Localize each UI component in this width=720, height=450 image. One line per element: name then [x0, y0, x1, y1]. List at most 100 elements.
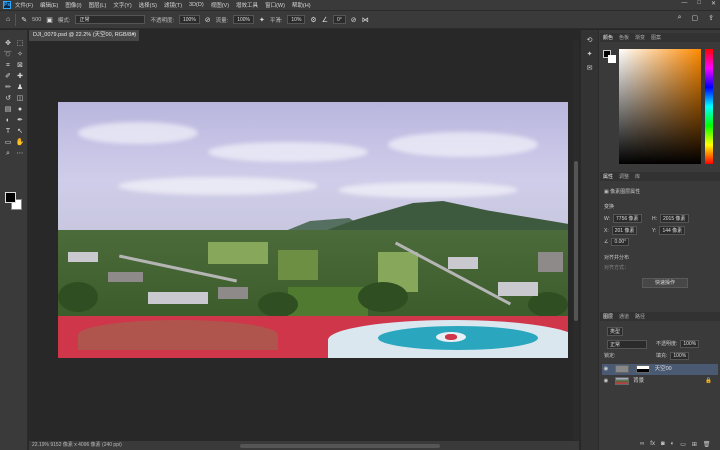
crop-tool-icon[interactable]: ⌗ — [2, 60, 14, 71]
width-input[interactable]: 7756 像素 — [613, 214, 642, 223]
settings-gear-icon[interactable]: ⚙ — [310, 16, 316, 24]
adjustment-layer-icon[interactable]: ◐ — [671, 441, 675, 448]
tab-gradients[interactable]: 渐变 — [635, 34, 645, 41]
group-icon[interactable]: ▭ — [680, 441, 686, 448]
tab-libraries[interactable]: 库 — [635, 173, 640, 180]
layer-mask-thumbnail[interactable] — [636, 364, 651, 373]
quick-actions-button[interactable]: 快速操作 — [642, 278, 688, 288]
menu-filter[interactable]: 滤镜(T) — [164, 1, 182, 9]
shape-tool-icon[interactable]: ▭ — [2, 137, 14, 148]
new-layer-icon[interactable]: ⊞ — [692, 441, 697, 448]
angle-input[interactable]: 0° — [332, 15, 346, 24]
lasso-tool-icon[interactable]: ➰ — [2, 49, 14, 60]
smooth-input[interactable]: 10% — [287, 15, 306, 24]
symmetry-icon[interactable]: ⋈ — [362, 16, 369, 24]
menu-image[interactable]: 图像(I) — [65, 1, 81, 9]
tab-patterns[interactable]: 图案 — [651, 34, 661, 41]
layers-opacity-input[interactable]: 100% — [680, 340, 700, 348]
hue-slider[interactable] — [705, 49, 713, 164]
type-tool-icon[interactable]: T — [2, 126, 14, 137]
menu-3d[interactable]: 3D(D) — [189, 2, 204, 8]
tab-properties[interactable]: 属性 — [603, 173, 613, 180]
blur-icon[interactable]: ● — [14, 104, 26, 115]
visibility-eye-icon[interactable]: ◉ — [602, 376, 610, 387]
pressure-size-icon[interactable]: ⊘ — [351, 16, 357, 24]
link-layers-icon[interactable]: ∞ — [640, 441, 644, 448]
maximize-icon[interactable]: □ — [697, 0, 701, 7]
document-tab[interactable]: DJI_0079.psd @ 22.2% (天空00, RGB/8#) × — [29, 30, 139, 41]
fill-input[interactable]: 100% — [670, 352, 690, 360]
hand-tool-icon[interactable]: ✋ — [14, 137, 26, 148]
pen-tool-icon[interactable]: ✒ — [14, 115, 26, 126]
delete-layer-icon[interactable]: 🗑 — [703, 441, 711, 448]
menu-plugins[interactable]: 增效工具 — [236, 1, 258, 9]
gradient-icon[interactable]: ▤ — [2, 104, 14, 115]
stamp-tool-icon[interactable]: ♟ — [14, 82, 26, 93]
color-panel-background[interactable] — [608, 55, 616, 63]
share-icon[interactable]: ⇪ — [708, 14, 714, 22]
tab-color[interactable]: 颜色 — [603, 34, 613, 41]
layer-name[interactable]: 背景 — [633, 378, 644, 384]
brush-tool-icon[interactable]: ✏ — [2, 82, 14, 93]
mode-select[interactable]: 正常 — [75, 15, 146, 24]
foreground-color-swatch[interactable] — [5, 192, 16, 203]
tab-swatches[interactable]: 色板 — [619, 34, 629, 41]
pressure-opacity-icon[interactable]: ⊘ — [205, 16, 211, 24]
color-picker-field[interactable] — [619, 49, 701, 164]
more-tools-icon[interactable]: ⋯ — [14, 148, 26, 159]
eyedropper-icon[interactable]: ✐ — [2, 71, 14, 82]
workspace-icon[interactable]: ▢ — [692, 14, 699, 22]
brush-size[interactable]: 500 — [32, 17, 41, 23]
eraser-icon[interactable]: ◫ — [14, 93, 26, 104]
zoom-tool-icon[interactable]: ⌕ — [2, 148, 14, 159]
path-select-icon[interactable]: ↖ — [14, 126, 26, 137]
menu-layer[interactable]: 图层(L) — [89, 1, 107, 9]
tab-adjustments[interactable]: 调整 — [619, 173, 629, 180]
history-brush-icon[interactable]: ↺ — [2, 93, 14, 104]
menu-select[interactable]: 选择(S) — [139, 1, 157, 9]
angle-input[interactable]: 0.00° — [611, 238, 630, 246]
menu-type[interactable]: 文字(Y) — [113, 1, 131, 9]
frame-tool-icon[interactable]: ⊠ — [14, 60, 26, 71]
brush-icon[interactable]: ✎ — [21, 16, 27, 24]
brush-panel-icon[interactable]: ▣ — [46, 16, 53, 24]
tab-channels[interactable]: 通道 — [619, 313, 629, 320]
dodge-icon[interactable]: ◐ — [2, 115, 14, 126]
visibility-eye-icon[interactable]: ◉ — [602, 364, 610, 375]
layer-row-sky[interactable]: ◉ 天空00 — [602, 364, 718, 375]
minimize-icon[interactable]: — — [681, 0, 687, 7]
menu-file[interactable]: 文件(F) — [15, 1, 33, 9]
healing-icon[interactable]: ✚ — [14, 71, 26, 82]
layer-row-background[interactable]: ◉ 背景 🔒 — [602, 376, 718, 387]
tab-layers[interactable]: 图层 — [603, 313, 613, 320]
y-input[interactable]: 144 像素 — [659, 226, 686, 235]
close-icon[interactable]: ✕ — [711, 0, 716, 7]
search-icon[interactable]: ⌕ — [678, 14, 682, 22]
flow-input[interactable]: 100% — [233, 15, 254, 24]
fx-icon[interactable]: fx — [650, 441, 655, 448]
brush-settings-icon[interactable]: ✦ — [581, 50, 598, 58]
comment-icon[interactable]: ✉ — [581, 64, 598, 72]
horizontal-scrollbar[interactable] — [240, 444, 440, 448]
layer-filter-select[interactable]: 类型 — [607, 327, 624, 336]
history-icon[interactable]: ⟲ — [581, 36, 598, 44]
airbrush-icon[interactable]: ✦ — [259, 16, 265, 24]
blend-mode-select[interactable]: 正常 — [607, 340, 647, 349]
menu-edit[interactable]: 编辑(E) — [40, 1, 58, 9]
marquee-tool-icon[interactable]: ⬚ — [14, 38, 26, 49]
opacity-input[interactable]: 100% — [178, 15, 200, 24]
x-input[interactable]: 201 像素 — [611, 226, 638, 235]
add-mask-icon[interactable]: ◙ — [661, 441, 665, 448]
move-tool-icon[interactable]: ✥ — [2, 38, 14, 49]
close-document-icon[interactable]: × — [132, 30, 135, 41]
menu-window[interactable]: 窗口(W) — [265, 1, 285, 9]
height-input[interactable]: 2015 像素 — [660, 214, 689, 223]
quick-select-icon[interactable]: ✧ — [14, 49, 26, 60]
panorama-image[interactable] — [58, 102, 568, 358]
home-icon[interactable]: ⌂ — [6, 16, 10, 23]
menu-help[interactable]: 帮助(H) — [292, 1, 311, 9]
tab-paths[interactable]: 路径 — [635, 313, 645, 320]
menu-view[interactable]: 视图(V) — [211, 1, 229, 9]
layer-name[interactable]: 天空00 — [655, 366, 672, 372]
vertical-scrollbar[interactable] — [573, 41, 579, 441]
